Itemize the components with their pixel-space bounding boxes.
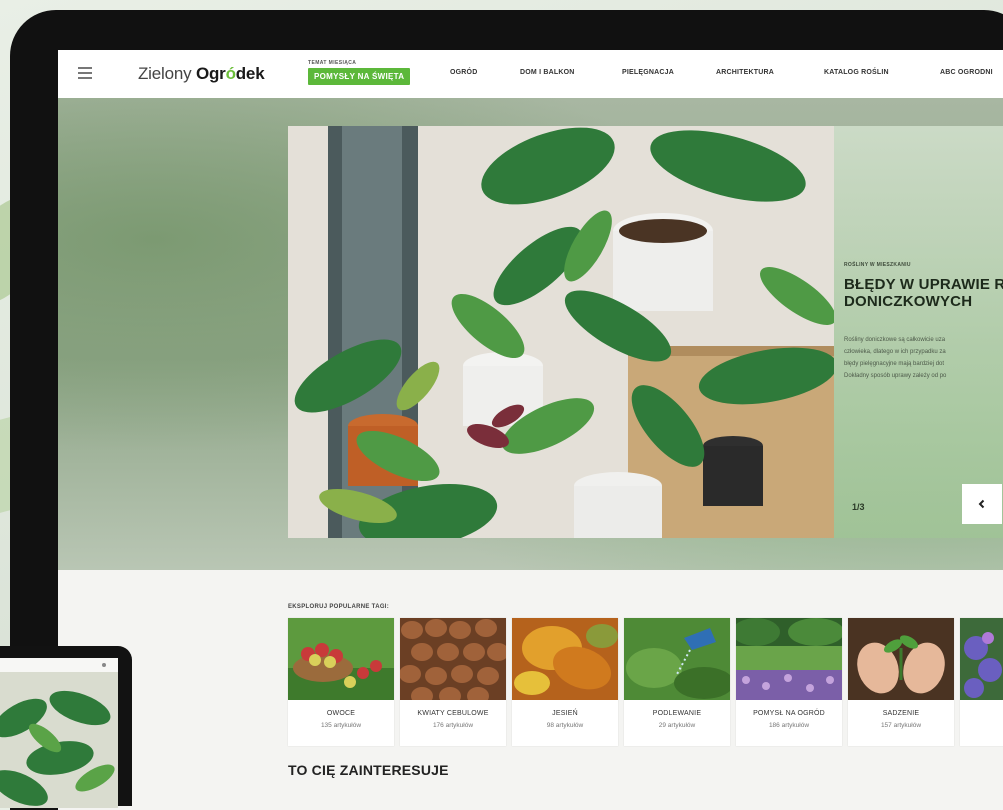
menu-icon[interactable] xyxy=(78,67,92,82)
article-excerpt: Rośliny doniczkowe są całkowicie uza czł… xyxy=(844,337,947,379)
tag-count: 29 artykułów xyxy=(658,722,696,729)
article-category[interactable]: ROŚLINY W MIESZKANIU xyxy=(844,262,911,268)
section-title: TO CIĘ ZAINTERESUJE xyxy=(288,762,449,778)
topic-of-month: TEMAT MIESIĄCA POMYSŁY NA ŚWIĘTA xyxy=(308,60,411,85)
houseplants-illustration xyxy=(288,126,834,538)
slide-counter: 1/3 xyxy=(852,502,865,512)
tags-label: EKSPLORUJ POPULARNE TAGI: xyxy=(288,604,390,610)
tag-card-kwiaty-cebulowe[interactable]: KWIATY CEBULOWE 176 artykułów xyxy=(400,618,506,746)
slider-prev-button[interactable] xyxy=(962,484,1002,524)
nav-link-architektura[interactable]: ARCHITEKTURA xyxy=(716,69,774,76)
tablet-screen xyxy=(0,658,118,808)
logo-bold-text: Ogródek xyxy=(196,64,265,83)
logo-light-text: Zielony xyxy=(138,64,196,83)
tag-count: 135 artykułów xyxy=(320,722,362,729)
logo-bold-b: dek xyxy=(235,64,265,83)
tag-name: PODLEWANIE xyxy=(652,710,702,717)
nav-link-abc-ogrodnika[interactable]: ABC OGRODNI xyxy=(940,69,993,76)
tag-card-pomysl-na-ogrod[interactable]: POMYSŁ NA OGRÓD 186 artykułów xyxy=(736,618,842,746)
hero-article-panel: ROŚLINY W MIESZKANIU BŁĘDY W UPRAWIE ROŚ… xyxy=(834,126,1003,538)
tag-image xyxy=(512,618,618,700)
tag-count: 30 xyxy=(960,722,1003,729)
tag-image xyxy=(960,618,1003,700)
tag-image xyxy=(848,618,954,700)
tag-card-owoce[interactable]: OWOCE 135 artykułów xyxy=(288,618,394,746)
tag-name: JESIEŃ xyxy=(552,710,578,717)
tablet-device xyxy=(0,646,132,808)
tag-count: 176 artykułów xyxy=(432,722,474,729)
tag-count: 98 artykułów xyxy=(546,722,584,729)
tag-card-h[interactable]: H 30 xyxy=(960,618,1003,746)
tag-image xyxy=(624,618,730,700)
nav-link-katalog-roslin[interactable]: KATALOG ROŚLIN xyxy=(824,69,889,76)
laptop-device: Zielony Ogródek TEMAT MIESIĄCA POMYSŁY N… xyxy=(10,10,1003,810)
tag-name: SADZENIE xyxy=(882,710,920,717)
tag-count: 186 artykułów xyxy=(768,722,810,729)
tag-image xyxy=(400,618,506,700)
top-navigation: Zielony Ogródek TEMAT MIESIĄCA POMYSŁY N… xyxy=(58,50,1003,99)
tag-card-podlewanie[interactable]: PODLEWANIE 29 artykułów xyxy=(624,618,730,746)
nav-link-dom-i-balkon[interactable]: DOM I BALKON xyxy=(520,69,575,76)
tag-name: OWOCE xyxy=(326,710,356,717)
nav-link-ogrod[interactable]: OGRÓD xyxy=(450,69,477,76)
article-title[interactable]: BŁĘDY W UPRAWIE ROŚL DONICZKOWYCH xyxy=(844,276,1003,310)
hero-image[interactable] xyxy=(288,126,834,538)
topic-label: TEMAT MIESIĄCA xyxy=(308,60,357,66)
tag-name: H xyxy=(960,710,1003,717)
tag-count: 157 artykułów xyxy=(880,722,922,729)
nav-links: OGRÓD DOM I BALKON PIELĘGNACJA ARCHITEKT… xyxy=(450,69,1003,81)
logo-bold-a: Ogr xyxy=(195,64,226,83)
tag-image xyxy=(288,618,394,700)
nav-link-pielegnacja[interactable]: PIELĘGNACJA xyxy=(622,69,674,76)
tag-name: KWIATY CEBULOWE xyxy=(417,710,489,717)
topic-button[interactable]: POMYSŁY NA ŚWIĘTA xyxy=(308,68,411,85)
site-logo[interactable]: Zielony Ogródek xyxy=(138,64,265,84)
tag-card-sadzenie[interactable]: SADZENIE 157 artykułów xyxy=(848,618,954,746)
laptop-screen: Zielony Ogródek TEMAT MIESIĄCA POMYSŁY N… xyxy=(58,50,1003,810)
chevron-left-icon xyxy=(978,499,985,509)
tablet-plant-image xyxy=(0,658,118,808)
tag-card-jesien[interactable]: JESIEŃ 98 artykułów xyxy=(512,618,618,746)
logo-accent: ó xyxy=(225,64,236,83)
tag-name: POMYSŁ NA OGRÓD xyxy=(753,710,825,717)
tag-image xyxy=(736,618,842,700)
